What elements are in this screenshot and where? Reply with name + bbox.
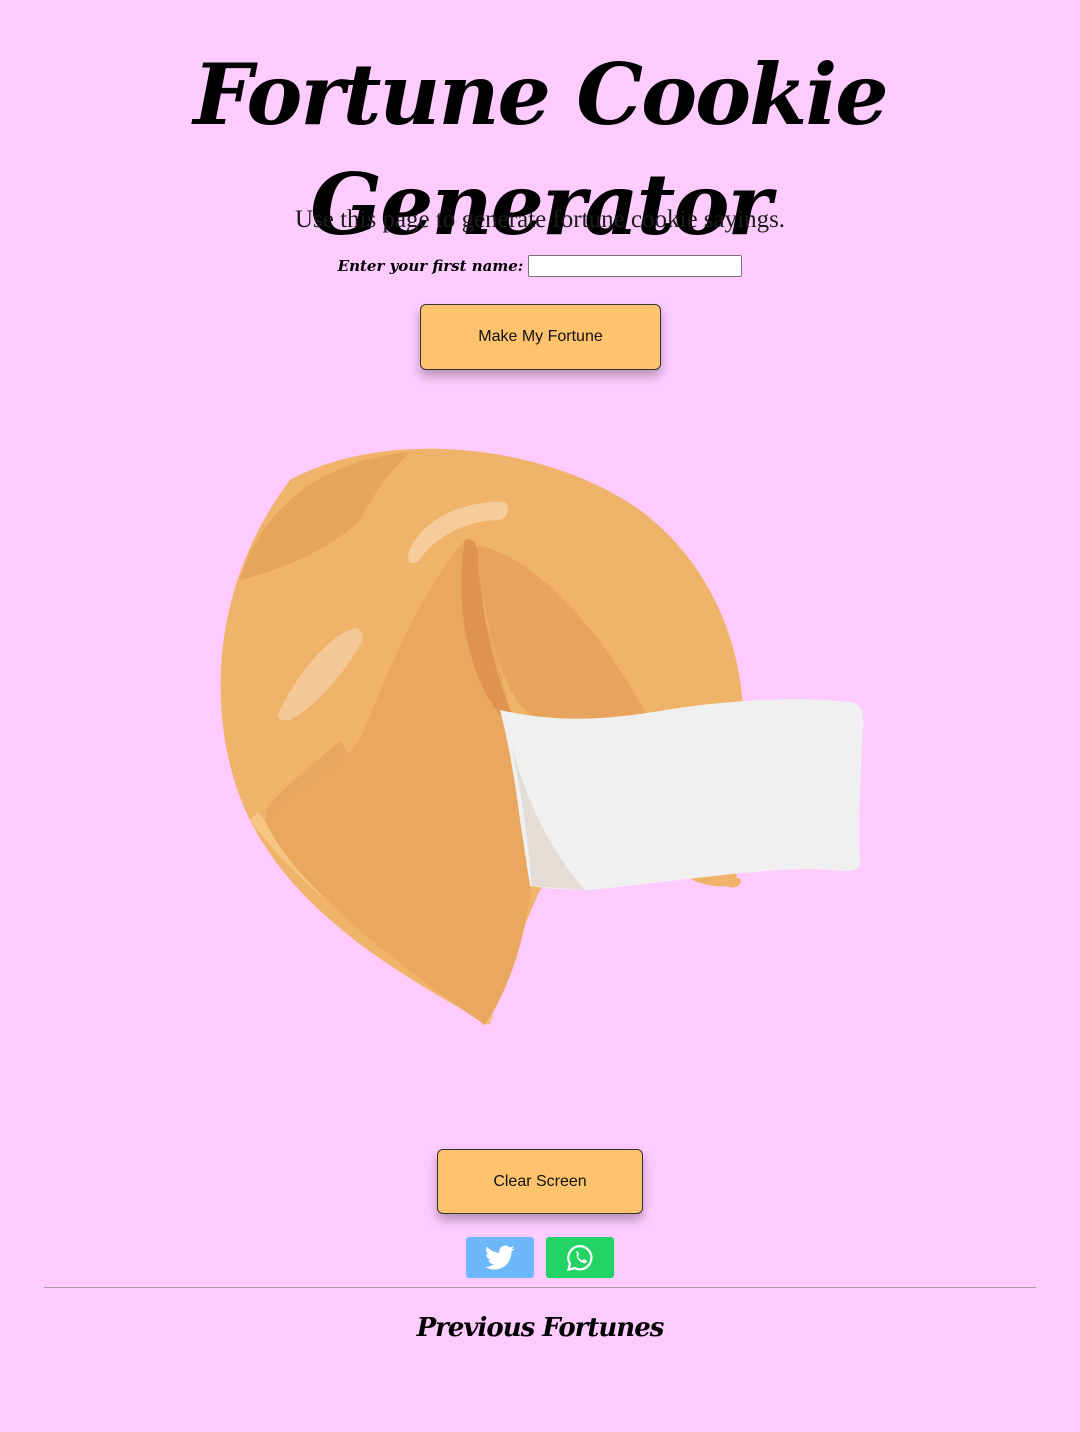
twitter-icon	[485, 1245, 515, 1269]
make-fortune-button[interactable]: Make My Fortune	[420, 304, 661, 370]
clear-screen-button[interactable]: Clear Screen	[437, 1149, 643, 1214]
fortune-cookie-image	[220, 448, 864, 1025]
name-form-row: Enter your first name:	[0, 255, 1080, 277]
page-subtitle: Use this page to generate fortune cookie…	[294, 206, 786, 233]
name-label: Enter your first name:	[337, 257, 524, 275]
whatsapp-share-button[interactable]	[546, 1237, 614, 1278]
twitter-share-button[interactable]	[466, 1237, 534, 1278]
previous-fortunes-heading: Previous Fortunes	[416, 1313, 665, 1343]
whatsapp-icon	[566, 1244, 593, 1271]
section-divider	[44, 1287, 1036, 1288]
first-name-input[interactable]	[528, 255, 743, 277]
